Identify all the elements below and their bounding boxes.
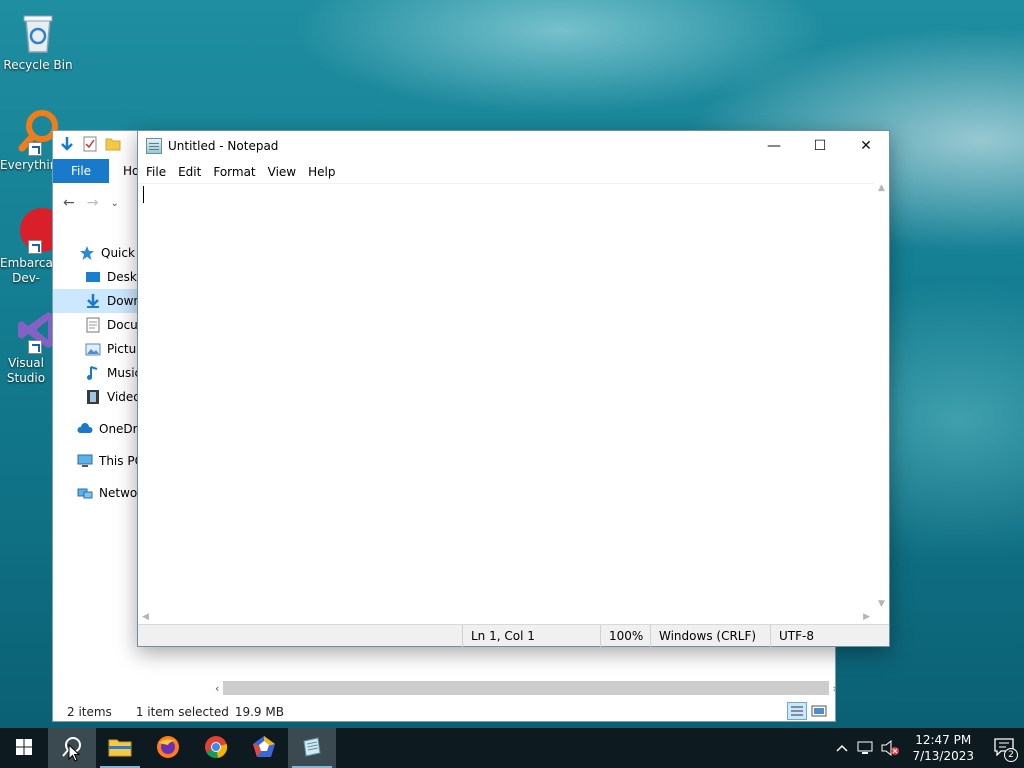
notepad-titlebar[interactable]: Untitled - Notepad — ☐ ✕ (138, 131, 889, 161)
nav-item-onedrive[interactable]: OneDrive (53, 417, 155, 441)
menu-view[interactable]: View (262, 161, 302, 183)
notepad-icon (301, 736, 323, 761)
nav-item-music[interactable]: Music (53, 361, 141, 385)
volume-muted-icon[interactable] (878, 728, 902, 768)
explorer-nav-pane: Quick access Desktop Downloads Documents… (53, 241, 179, 505)
scroll-up-icon[interactable]: ▲ (878, 183, 885, 193)
chevron-down-icon[interactable]: ⌄ (110, 198, 118, 209)
explorer-status-bar: 2 items 1 item selected 19.9 MB (53, 701, 835, 722)
chrome-icon (204, 735, 228, 762)
window-title: Untitled - Notepad (168, 139, 279, 153)
windows-logo-icon (16, 738, 32, 758)
item-count: 2 items (67, 705, 112, 719)
shortcut-arrow-icon (28, 142, 42, 156)
nav-item-videos[interactable]: Videos (53, 385, 147, 409)
menu-edit[interactable]: Edit (172, 161, 207, 183)
zoom-level: 100% (600, 624, 650, 647)
taskbar: 12:47 PM 7/13/2023 2 (0, 728, 1024, 768)
search-button[interactable] (48, 728, 96, 768)
text-caret (143, 186, 144, 203)
system-clock[interactable]: 12:47 PM 7/13/2023 (902, 732, 984, 764)
start-button[interactable] (0, 728, 48, 768)
line-ending: Windows (CRLF) (650, 624, 770, 647)
notepad-status-bar: Ln 1, Col 1 100% Windows (CRLF) UTF-8 (138, 624, 889, 647)
scroll-down-icon[interactable]: ▼ (878, 599, 885, 609)
clock-time: 12:47 PM (915, 733, 972, 747)
film-icon (85, 389, 101, 405)
taskbar-firefox[interactable] (144, 728, 192, 768)
menu-bar: File Edit Format View Help (138, 161, 889, 183)
star-icon (79, 245, 95, 261)
back-arrow-icon[interactable]: ← (63, 195, 75, 211)
scroll-right-icon[interactable]: ▶ (863, 612, 870, 622)
properties-icon[interactable] (83, 136, 97, 155)
desktop-icon-recycle-bin[interactable]: Recycle Bin (0, 8, 76, 73)
nav-item-documents[interactable]: Documents (53, 313, 175, 337)
shortcut-arrow-icon (28, 340, 42, 354)
menu-help[interactable]: Help (302, 161, 341, 183)
details-view-icon[interactable] (787, 701, 807, 722)
nav-item-desktop[interactable]: Desktop (53, 265, 157, 289)
taskbar-notepad[interactable] (288, 728, 336, 768)
text-editor-area[interactable] (138, 183, 874, 609)
desktop-icon-label: Visual Studio 2017 (6, 356, 46, 385)
firefox-icon (156, 735, 180, 762)
network-icon (77, 485, 93, 501)
selection-size: 19.9 MB (234, 705, 284, 719)
encoding: UTF-8 (770, 624, 888, 647)
close-button[interactable]: ✕ (843, 131, 889, 161)
mouse-cursor-icon (68, 743, 81, 765)
explorer-horizontal-scrollbar[interactable]: ‹ › (215, 679, 835, 697)
menu-format[interactable]: Format (207, 161, 261, 183)
chevron-up-icon[interactable] (830, 728, 854, 768)
action-center-button[interactable]: 2 (984, 728, 1024, 768)
scroll-left-icon[interactable]: ◀ (142, 612, 149, 622)
folder-icon (108, 737, 132, 760)
minimize-button[interactable]: — (751, 131, 797, 161)
network-status-icon[interactable] (854, 728, 878, 768)
ribbon-file-tab[interactable]: File (53, 159, 109, 183)
cloud-icon (77, 421, 93, 437)
document-icon (85, 317, 101, 333)
nav-item-network[interactable]: Network (53, 481, 149, 505)
folder-icon[interactable] (105, 136, 121, 155)
menu-file[interactable]: File (140, 161, 172, 183)
clock-date: 7/13/2023 (912, 749, 974, 763)
system-tray: 12:47 PM 7/13/2023 2 (830, 728, 1024, 768)
nav-item-quick-access[interactable]: Quick access (53, 241, 179, 265)
desktop-folder-icon (85, 269, 101, 285)
notepad-icon (146, 138, 162, 154)
downloads-icon (85, 293, 101, 309)
large-icons-view-icon[interactable] (811, 704, 827, 721)
pictures-icon (85, 341, 101, 357)
recycle-bin-icon (14, 8, 62, 56)
nav-item-this-pc[interactable]: This PC (53, 449, 143, 473)
horizontal-scrollbar[interactable]: ◀ ▶ (138, 609, 874, 624)
taskbar-file-explorer[interactable] (96, 728, 144, 768)
maximize-button[interactable]: ☐ (797, 131, 843, 161)
scroll-right-icon[interactable]: › (833, 682, 835, 695)
notepad-window[interactable]: Untitled - Notepad — ☐ ✕ File Edit Forma… (137, 130, 890, 647)
pentagon-app-icon (252, 735, 276, 762)
notification-count-badge: 2 (1004, 748, 1018, 762)
desktop-icon-label: Embarcadero Dev-C++ (0, 256, 52, 285)
desktop-icon-label: Everything (0, 158, 52, 172)
scrollbar-thumb[interactable] (223, 681, 829, 695)
scroll-left-icon[interactable]: ‹ (215, 682, 219, 695)
selection-count: 1 item selected (135, 705, 229, 719)
desktop-icon-label: Recycle Bin (3, 58, 73, 72)
down-arrow-icon (59, 136, 75, 155)
vertical-scrollbar[interactable]: ▲ ▼ (874, 183, 889, 609)
taskbar-pentagon-app[interactable] (240, 728, 288, 768)
shortcut-arrow-icon (28, 240, 42, 254)
computer-icon (77, 453, 93, 469)
nav-item-pictures[interactable]: Pictures (53, 337, 155, 361)
cursor-position: Ln 1, Col 1 (462, 624, 600, 647)
forward-arrow-icon[interactable]: → (87, 195, 99, 211)
music-note-icon (85, 365, 101, 381)
taskbar-chrome[interactable] (192, 728, 240, 768)
nav-item-downloads[interactable]: Downloads (53, 289, 173, 313)
